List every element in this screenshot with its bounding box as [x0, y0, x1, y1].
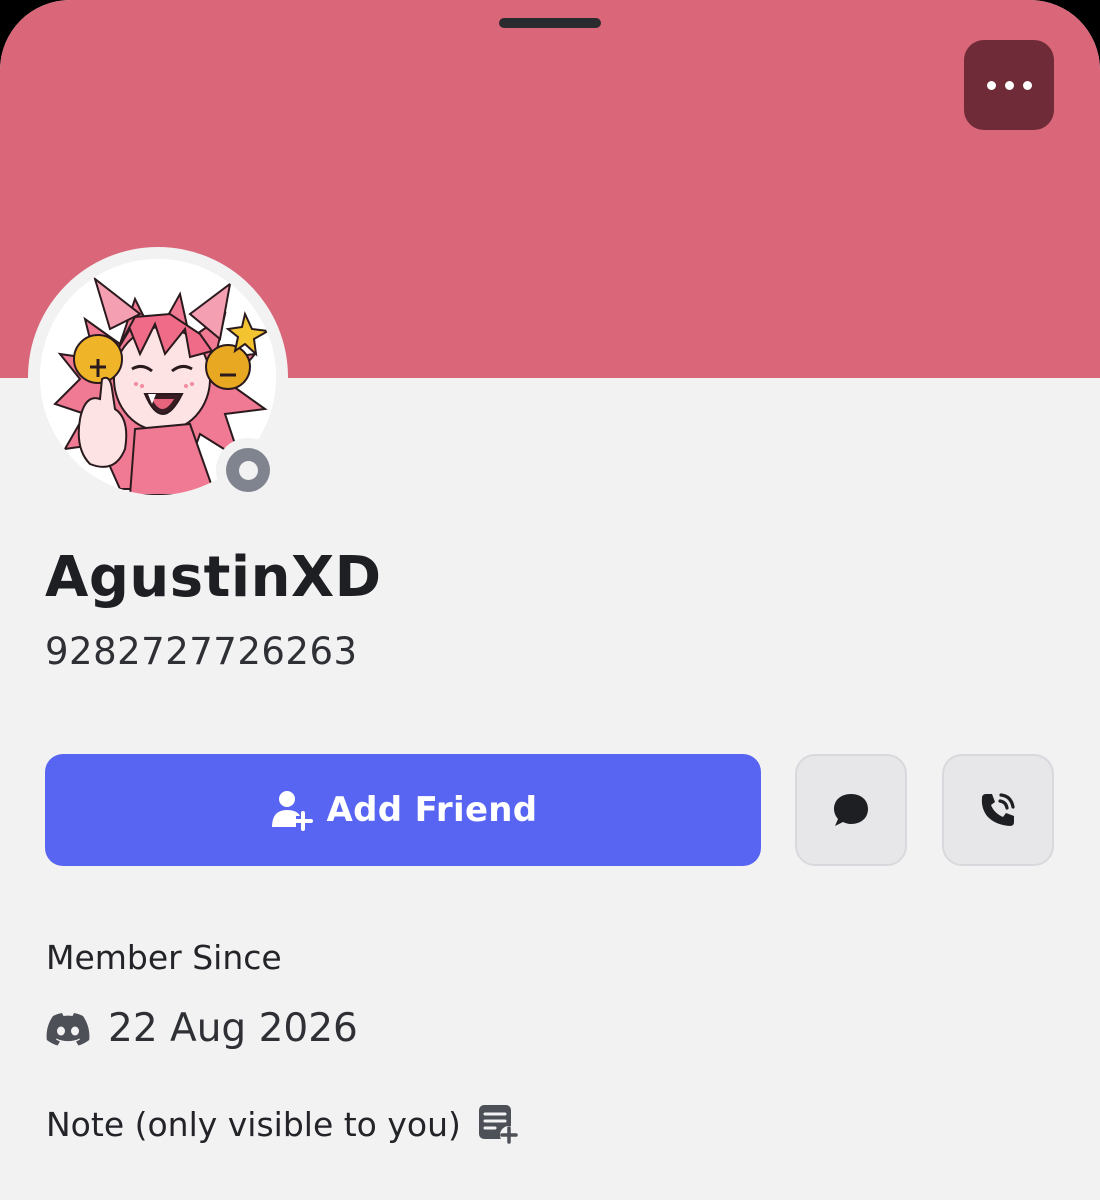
- profile-sheet: AgustinXD 9282727726263 Add Friend Membe…: [0, 0, 1100, 1200]
- call-button[interactable]: [942, 754, 1054, 866]
- note-row[interactable]: Note (only visible to you): [46, 1103, 519, 1145]
- note-label: Note (only visible to you): [46, 1104, 461, 1144]
- discord-logo-icon: [46, 1012, 90, 1045]
- phone-call-icon: [981, 793, 1015, 826]
- more-dots-icon: [986, 80, 1032, 90]
- add-note-icon[interactable]: [477, 1103, 519, 1145]
- message-button[interactable]: [795, 754, 907, 866]
- display-name: AgustinXD: [45, 545, 382, 610]
- add-friend-button[interactable]: Add Friend: [45, 754, 761, 866]
- member-since-row: 22 Aug 2026: [46, 1006, 358, 1051]
- offline-status-icon: [226, 448, 270, 492]
- status-indicator: [216, 438, 280, 502]
- username: 9282727726263: [45, 630, 358, 673]
- add-user-icon: [271, 791, 313, 831]
- chat-bubble-icon: [834, 794, 868, 826]
- add-friend-label: Add Friend: [326, 790, 538, 830]
- more-options-button[interactable]: [964, 40, 1054, 130]
- member-since-heading: Member Since: [46, 938, 282, 977]
- member-since-date: 22 Aug 2026: [108, 1006, 358, 1051]
- sheet-grab-handle[interactable]: [499, 18, 601, 28]
